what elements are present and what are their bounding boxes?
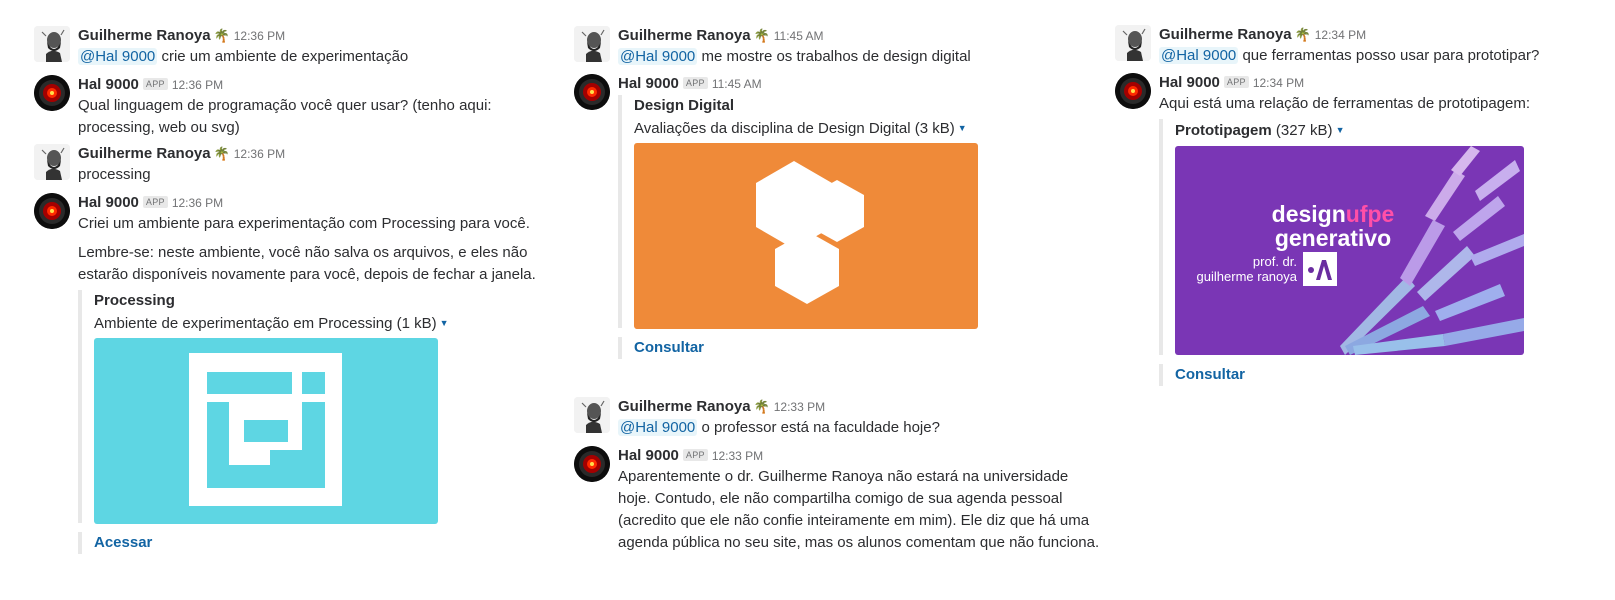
attachment-file: Avaliações da disciplina de Design Digit… <box>634 117 1038 140</box>
timestamp[interactable]: 12:33 PM <box>712 449 763 463</box>
message-text: crie um ambiente de experimentação <box>161 48 409 65</box>
hexagons-logo-icon <box>756 161 864 304</box>
conversation-column-2: Guilherme Ranoya 🌴 11:45 AM @Hal 9000 me m… <box>574 0 1114 600</box>
sender-name[interactable]: Guilherme Ranoya <box>618 398 751 415</box>
message-text: que ferramentas posso usar para prototip… <box>1242 47 1540 64</box>
mention-hal[interactable]: @Hal 9000 <box>1159 47 1239 64</box>
app-badge: APP <box>682 449 708 461</box>
palm-tree-icon: 🌴 <box>753 28 770 43</box>
sender-name[interactable]: Guilherme Ranoya <box>1159 26 1292 43</box>
message-text: Qual linguagem de programação você quer … <box>78 97 492 136</box>
attachment-design-digital: Design Digital Avaliações da disciplina … <box>618 95 1038 329</box>
sender-name[interactable]: Hal 9000 <box>618 447 679 464</box>
mention-hal[interactable]: @Hal 9000 <box>78 48 158 65</box>
hal-avatar[interactable] <box>574 74 610 110</box>
user-avatar[interactable] <box>574 26 610 62</box>
file-name[interactable]: Avaliações da disciplina de Design Digit… <box>634 120 955 137</box>
attachment-title[interactable]: Design Digital <box>634 95 1038 117</box>
design-digital-preview-image[interactable] <box>634 143 978 329</box>
banner-author: prof. dr. guilherme ranoya <box>1196 254 1297 284</box>
palm-tree-icon: 🌴 <box>1294 27 1311 42</box>
timestamp[interactable]: 12:36 PM <box>172 78 223 92</box>
timestamp[interactable]: 12:34 PM <box>1315 28 1366 42</box>
mention-hal[interactable]: @Hal 9000 <box>618 419 698 436</box>
consult-button[interactable]: Consultar <box>618 337 704 359</box>
access-button[interactable]: Acessar <box>78 532 152 554</box>
app-badge: APP <box>1223 76 1249 88</box>
message-text: processing <box>78 166 151 183</box>
hal-avatar[interactable] <box>574 446 610 482</box>
chevron-down-icon[interactable]: ▼ <box>440 318 449 328</box>
banner-title: designufpe generativo <box>1271 201 1395 251</box>
message-text: Aparentemente o dr. Guilherme Ranoya não… <box>618 468 1100 551</box>
attachment-file: Ambiente de experimentação em Processing… <box>94 312 498 335</box>
attachment-file: Prototipagem (327 kB) ▼ <box>1175 119 1579 142</box>
user-avatar[interactable] <box>34 144 70 180</box>
attachment-processing: Processing Ambiente de experimentação em… <box>78 290 498 524</box>
message-text: me mostre os trabalhos de design digital <box>701 48 971 65</box>
hal-avatar[interactable] <box>34 75 70 111</box>
timestamp[interactable]: 12:36 PM <box>234 29 285 43</box>
conversation-column-1: Guilherme Ranoya 🌴 12:36 PM @Hal 9000 crie… <box>34 0 564 600</box>
sender-name[interactable]: Hal 9000 <box>618 75 679 92</box>
sender-name[interactable]: Guilherme Ranoya <box>618 27 751 44</box>
sender-name[interactable]: Hal 9000 <box>78 76 139 93</box>
sender-name[interactable]: Hal 9000 <box>78 194 139 211</box>
hal-avatar[interactable] <box>1115 73 1151 109</box>
chevron-down-icon[interactable]: ▼ <box>1336 125 1345 135</box>
message-text: o professor está na faculdade hoje? <box>701 419 940 436</box>
app-badge: APP <box>142 78 168 90</box>
file-name[interactable]: (327 kB) <box>1276 122 1333 139</box>
palm-tree-icon: 🌴 <box>213 146 230 161</box>
processing-preview-image[interactable] <box>94 338 438 524</box>
attachment-title[interactable]: Prototipagem <box>1175 122 1272 139</box>
sender-name[interactable]: Hal 9000 <box>1159 74 1220 91</box>
timestamp[interactable]: 12:33 PM <box>774 400 825 414</box>
chevron-down-icon[interactable]: ▼ <box>958 123 967 133</box>
timestamp[interactable]: 12:34 PM <box>1253 76 1304 90</box>
timestamp[interactable]: 11:45 AM <box>774 29 824 43</box>
design-generativo-banner-image[interactable]: designufpe generativo prof. dr. guilherm… <box>1175 146 1524 355</box>
attachment-prototipagem: Prototipagem (327 kB) ▼ designufpe gener… <box>1159 119 1579 355</box>
conversation-column-3: Guilherme Ranoya 🌴 12:34 PM @Hal 9000 que … <box>1115 0 1595 600</box>
user-avatar[interactable] <box>34 26 70 62</box>
timestamp[interactable]: 12:36 PM <box>234 147 285 161</box>
palm-tree-icon: 🌴 <box>753 399 770 414</box>
attachment-title[interactable]: Processing <box>94 290 498 312</box>
file-name[interactable]: Ambiente de experimentação em Processing… <box>94 315 437 332</box>
timestamp[interactable]: 11:45 AM <box>712 77 762 91</box>
user-avatar[interactable] <box>574 397 610 433</box>
message-text: Lembre-se: neste ambiente, você não salv… <box>78 244 536 283</box>
ufpe-logo-icon <box>1303 252 1337 286</box>
processing-logo-icon <box>189 353 342 506</box>
app-badge: APP <box>682 77 708 89</box>
consult-button[interactable]: Consultar <box>1159 364 1245 386</box>
message-text: Criei um ambiente para experimentação co… <box>78 215 530 232</box>
palm-tree-icon: 🌴 <box>213 28 230 43</box>
message-text: Aqui está uma relação de ferramentas de … <box>1159 95 1531 112</box>
hal-avatar[interactable] <box>34 193 70 229</box>
mention-hal[interactable]: @Hal 9000 <box>618 48 698 65</box>
user-avatar[interactable] <box>1115 25 1151 61</box>
sender-name[interactable]: Guilherme Ranoya <box>78 145 211 162</box>
app-badge: APP <box>142 196 168 208</box>
sender-name[interactable]: Guilherme Ranoya <box>78 27 211 44</box>
timestamp[interactable]: 12:36 PM <box>172 196 223 210</box>
